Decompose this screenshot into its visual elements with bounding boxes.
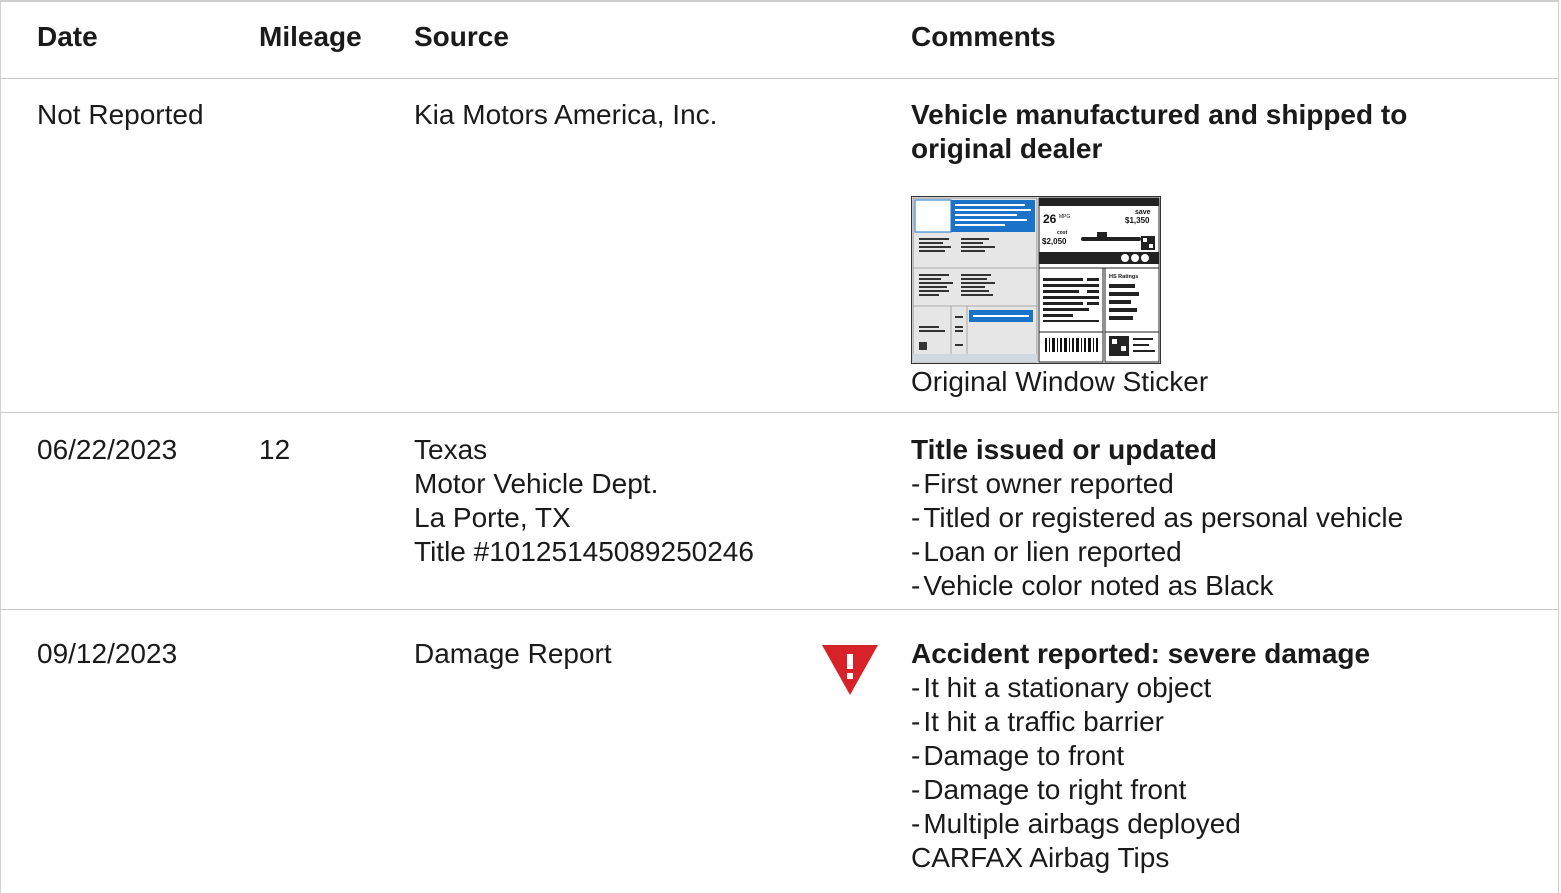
row-mileage: 12	[259, 434, 291, 465]
row-source: Damage Report	[414, 638, 612, 669]
sticker-mpg: 26	[1043, 212, 1057, 226]
airbag-tips-link[interactable]: CARFAX Airbag Tips	[911, 841, 1551, 875]
row-source: Texas Motor Vehicle Dept. La Porte, TX T…	[414, 434, 754, 567]
table-row: 06/22/2023 12 Texas Motor Vehicle Dept. …	[0, 413, 1559, 610]
sticker-save-label: save	[1135, 209, 1151, 216]
row-date: 09/12/2023	[37, 638, 178, 669]
table-row: 09/12/2023 Damage Report Accident report…	[0, 610, 1559, 893]
sticker-cost-value: $2,050	[1042, 237, 1067, 246]
header-source: Source	[414, 21, 509, 52]
comment-bullet: Titled or registered as personal vehicle	[911, 501, 1551, 535]
comment-bullet: First owner reported	[911, 467, 1551, 501]
header-mileage: Mileage	[259, 21, 362, 52]
header-comments: Comments	[911, 21, 1056, 52]
sticker-mpg-unit: MPG	[1059, 214, 1071, 220]
window-sticker-thumbnail[interactable]: 26 MPG save $1,350 cost $2,050 HS Rating…	[911, 196, 1161, 364]
window-sticker-link[interactable]: Original Window Sticker	[911, 365, 1208, 399]
comment-title: Vehicle manufactured and shipped to orig…	[911, 99, 1408, 164]
comment-title: Accident reported: severe damage	[911, 638, 1371, 669]
comment-bullet: Damage to front	[911, 739, 1551, 773]
comment-bullet: Vehicle color noted as Black	[911, 569, 1551, 603]
row-date: Not Reported	[37, 99, 204, 130]
table-header-row: Date Mileage Source Comments	[0, 0, 1559, 79]
row-comments: Accident reported: severe damage It hit …	[911, 637, 1551, 875]
row-date: 06/22/2023	[37, 434, 178, 465]
row-source: Kia Motors America, Inc.	[414, 99, 718, 130]
comment-bullet: It hit a traffic barrier	[911, 705, 1551, 739]
comment-bullet: It hit a stationary object	[911, 671, 1551, 705]
table-row: Not Reported Kia Motors America, Inc. Ve…	[0, 79, 1559, 413]
row-comments: Title issued or updated First owner repo…	[911, 433, 1551, 603]
sticker-save-value: $1,350	[1125, 216, 1150, 225]
sticker-ratings-label: HS Ratings	[1109, 274, 1138, 280]
comment-bullet: Multiple airbags deployed	[911, 807, 1551, 841]
comment-title: Title issued or updated	[911, 434, 1217, 465]
header-date: Date	[37, 21, 98, 52]
comment-bullet: Loan or lien reported	[911, 535, 1551, 569]
warning-triangle-icon	[822, 645, 878, 695]
sticker-cost-label: cost	[1057, 230, 1068, 236]
comment-bullet: Damage to right front	[911, 773, 1551, 807]
